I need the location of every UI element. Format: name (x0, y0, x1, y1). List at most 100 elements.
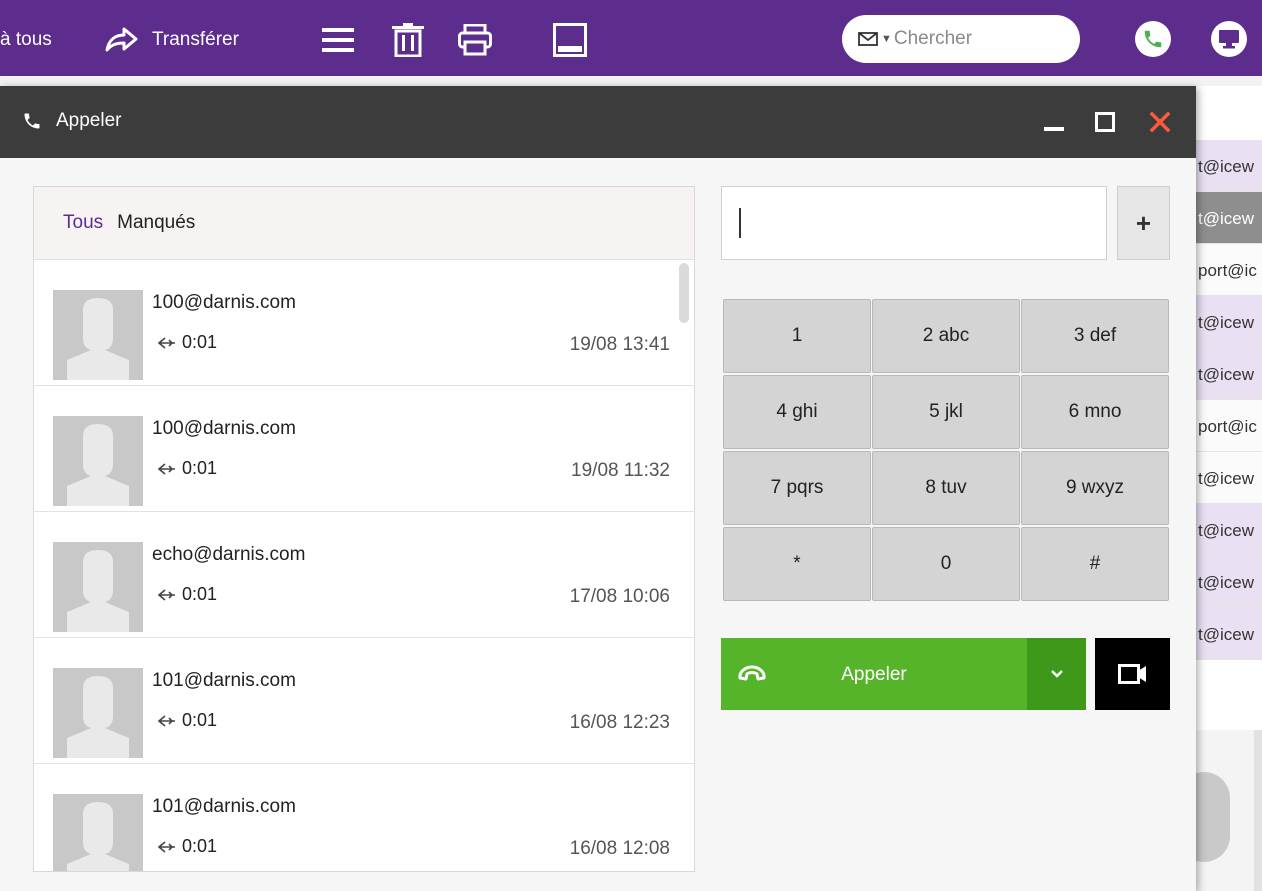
key-1[interactable]: 1 (723, 299, 871, 373)
call-options-dropdown[interactable] (1027, 638, 1086, 710)
avatar (53, 290, 143, 380)
key-2[interactable]: 2 abc (872, 299, 1020, 373)
call-duration: 0:01 (182, 332, 218, 352)
key-9[interactable]: 9 wxyz (1021, 451, 1169, 525)
call-button-label: Appeler (841, 664, 907, 685)
layout-button[interactable] (553, 22, 587, 58)
key-star[interactable]: * (723, 527, 871, 601)
envelope-icon[interactable] (858, 32, 878, 46)
call-row[interactable]: 101@darnis.com 0:01 16/08 12:23 (34, 638, 694, 764)
reply-arrow-icon (158, 840, 175, 853)
call-row[interactable]: 101@darnis.com 0:01 16/08 12:08 (34, 764, 694, 871)
list-item[interactable]: t@icew (1196, 296, 1262, 348)
forward-label: Transférer (152, 29, 239, 50)
menu-button[interactable] (322, 22, 354, 58)
background-preview-pane (1178, 730, 1262, 891)
phone-button[interactable] (1135, 21, 1171, 57)
list-item[interactable]: t@icew (1196, 556, 1262, 608)
list-item[interactable]: t@icew (1196, 452, 1262, 504)
phone-number-input[interactable] (721, 186, 1107, 260)
call-dialog: Appeler Tous Manqués 100@darnis.com 0:01… (0, 86, 1196, 891)
history-tabs: Tous Manqués (34, 187, 694, 260)
call-time: 19/08 13:41 (569, 334, 670, 355)
call-time: 16/08 12:08 (569, 838, 670, 859)
list-item[interactable]: port@ic (1196, 244, 1262, 296)
phone-icon (1144, 30, 1162, 48)
plus-icon: + (1135, 207, 1152, 238)
layout-icon (553, 23, 587, 57)
forward-icon (105, 27, 138, 52)
video-icon (1117, 664, 1146, 684)
key-7[interactable]: 7 pqrs (723, 451, 871, 525)
chevron-down-icon (1050, 670, 1063, 678)
close-button[interactable] (1146, 108, 1174, 136)
mail-list-header-strip (0, 76, 1262, 86)
call-address: echo@darnis.com (152, 544, 306, 565)
key-4[interactable]: 4 ghi (723, 375, 871, 449)
background-mail-list: t@icew t@icew port@ic t@icew t@icew port… (1196, 140, 1262, 660)
tab-missed[interactable]: Manqués (117, 212, 195, 234)
dialog-header[interactable]: Appeler (0, 86, 1196, 158)
list-item[interactable]: t@icew (1196, 140, 1262, 192)
forward-button[interactable]: Transférer (104, 22, 239, 58)
search-input[interactable] (893, 28, 1054, 50)
key-6[interactable]: 6 mno (1021, 375, 1169, 449)
video-call-button[interactable] (1095, 638, 1170, 710)
call-list: 100@darnis.com 0:01 19/08 13:41 100@darn… (34, 260, 694, 871)
list-item[interactable]: port@ic (1196, 400, 1262, 452)
call-row[interactable]: 100@darnis.com 0:01 19/08 13:41 (34, 260, 694, 386)
key-8[interactable]: 8 tuv (872, 451, 1020, 525)
screen-share-icon (1219, 30, 1239, 49)
call-history-panel: Tous Manqués 100@darnis.com 0:01 19/08 1… (33, 186, 695, 872)
maximize-button[interactable] (1091, 108, 1119, 136)
call-button[interactable]: Appeler (721, 638, 1027, 710)
call-address: 101@darnis.com (152, 670, 296, 691)
menu-icon (322, 28, 354, 52)
person-silhouette-icon (53, 542, 143, 632)
call-address: 100@darnis.com (152, 418, 296, 439)
screen-share-button[interactable] (1211, 21, 1247, 57)
dial-keypad: 1 2 abc 3 def 4 ghi 5 jkl 6 mno 7 pqrs 8… (723, 299, 1169, 601)
person-silhouette-icon (53, 794, 143, 871)
tab-all[interactable]: Tous (63, 212, 103, 234)
call-duration: 0:01 (182, 710, 218, 730)
call-time: 19/08 11:32 (571, 460, 670, 481)
list-item[interactable]: t@icew (1196, 608, 1262, 660)
key-3[interactable]: 3 def (1021, 299, 1169, 373)
minimize-icon (1044, 127, 1064, 131)
print-button[interactable] (458, 22, 492, 58)
add-contact-button[interactable]: + (1117, 186, 1170, 260)
reply-all-label: à tous (0, 29, 52, 50)
list-item[interactable]: t@icew (1196, 192, 1262, 244)
key-0[interactable]: 0 (872, 527, 1020, 601)
call-time: 16/08 12:23 (569, 712, 670, 733)
call-duration: 0:01 (182, 458, 218, 478)
reply-arrow-icon (158, 588, 175, 601)
reply-all-button[interactable]: à tous (0, 22, 52, 58)
text-cursor (739, 208, 741, 238)
close-icon (1149, 111, 1171, 133)
person-silhouette-icon (53, 416, 143, 506)
delete-button[interactable] (392, 22, 424, 58)
minimize-button[interactable] (1040, 108, 1068, 136)
avatar (53, 416, 143, 506)
call-duration: 0:01 (182, 584, 218, 604)
call-address: 101@darnis.com (152, 796, 296, 817)
search-box[interactable]: ▼ (842, 15, 1080, 63)
history-scrollbar[interactable] (679, 263, 689, 323)
reply-arrow-icon (158, 714, 175, 727)
search-scope-caret[interactable]: ▼ (881, 33, 892, 45)
trash-icon (392, 23, 424, 57)
phone-icon (24, 113, 40, 129)
avatar (53, 668, 143, 758)
call-row[interactable]: echo@darnis.com 0:01 17/08 10:06 (34, 512, 694, 638)
person-silhouette-icon (53, 668, 143, 758)
list-item[interactable]: t@icew (1196, 348, 1262, 400)
call-row[interactable]: 100@darnis.com 0:01 19/08 11:32 (34, 386, 694, 512)
key-hash[interactable]: # (1021, 527, 1169, 601)
reply-arrow-icon (158, 462, 175, 475)
list-item[interactable]: t@icew (1196, 504, 1262, 556)
call-time: 17/08 10:06 (569, 586, 670, 607)
key-5[interactable]: 5 jkl (872, 375, 1020, 449)
dialog-title: Appeler (56, 110, 122, 131)
